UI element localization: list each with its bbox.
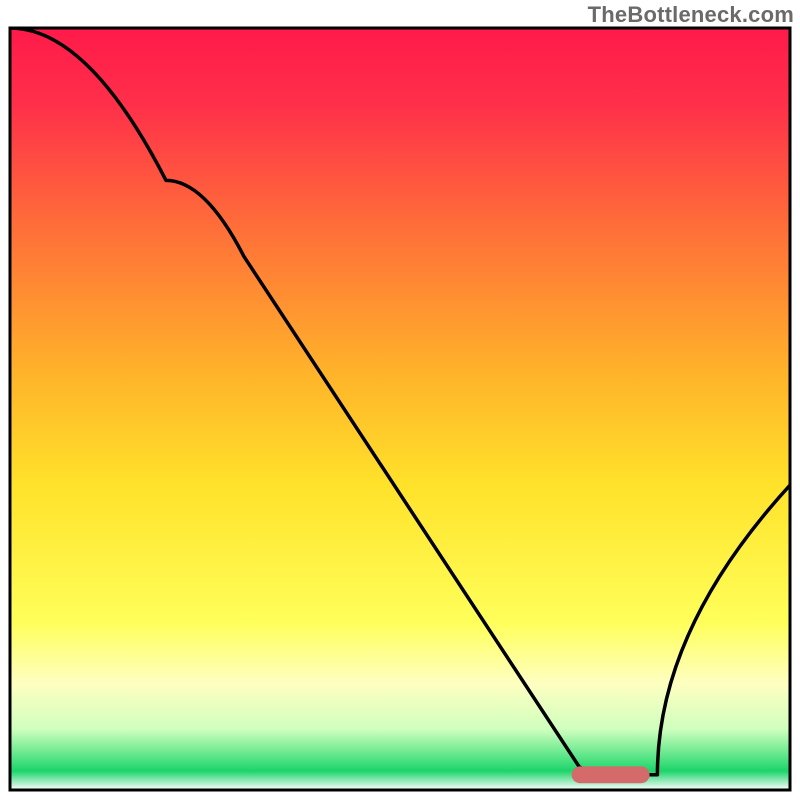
optimal-marker xyxy=(572,766,650,783)
bottleneck-chart xyxy=(0,0,800,800)
chart-container: TheBottleneck.com xyxy=(0,0,800,800)
watermark-label: TheBottleneck.com xyxy=(588,2,794,28)
plot-area xyxy=(10,28,790,790)
